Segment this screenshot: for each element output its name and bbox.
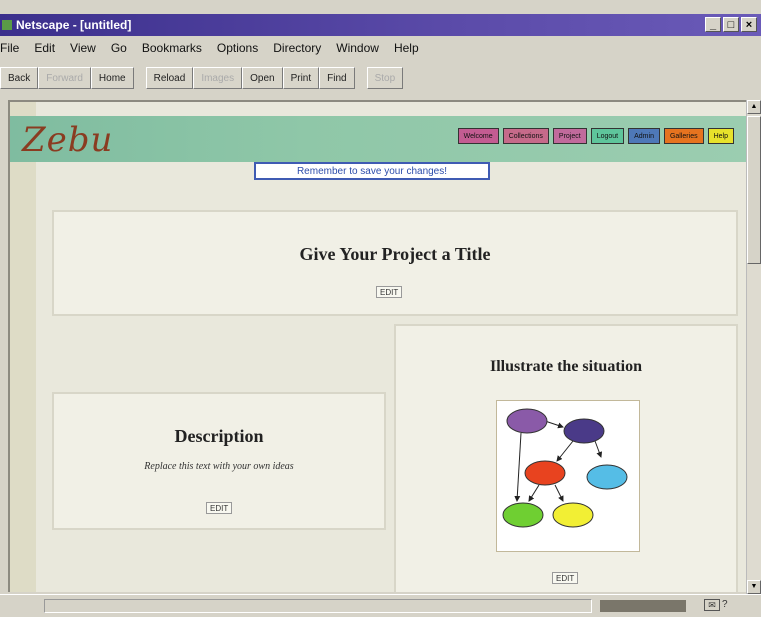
diagram-node-green <box>502 502 544 528</box>
illustrate-panel: Illustrate the situation EDIT <box>394 324 738 592</box>
menu-view[interactable]: View <box>70 41 96 55</box>
stop-button[interactable]: Stop <box>366 67 404 89</box>
status-message <box>44 599 592 613</box>
scroll-down-arrow-icon[interactable]: ▼ <box>747 580 761 594</box>
diagram-node-dark-purple <box>563 418 605 444</box>
menu-window[interactable]: Window <box>336 41 379 55</box>
menu-directory[interactable]: Directory <box>273 41 321 55</box>
save-reminder: Remember to save your changes! <box>254 162 490 180</box>
toolbar: Back Forward Home Reload Images Open Pri… <box>0 64 761 92</box>
page-content: Zebu Welcome Collections Project Logout Admi… <box>8 100 748 592</box>
progress-indicator <box>600 600 686 612</box>
menu-help[interactable]: Help <box>394 41 419 55</box>
diagram-node-purple <box>506 408 548 434</box>
zebu-logo: Zebu <box>22 120 114 160</box>
images-button[interactable]: Images <box>193 67 243 89</box>
diagram-arrow <box>594 440 603 458</box>
nav-button-admin[interactable]: Admin <box>628 128 660 144</box>
window-title: Netscape - [untitled] <box>16 18 132 32</box>
open-button[interactable]: Open <box>242 67 283 89</box>
status-bar: ✉ ? <box>0 594 761 617</box>
menu-edit[interactable]: Edit <box>34 41 55 55</box>
situation-diagram[interactable] <box>496 400 640 552</box>
nav-button-galleries[interactable]: Galleries <box>663 128 704 144</box>
description-panel: Description Replace this text with your … <box>52 392 386 530</box>
title-panel: Give Your Project a Title EDIT <box>52 210 738 316</box>
menu-options[interactable]: Options <box>217 41 258 55</box>
illustrate-edit-button[interactable]: EDIT <box>552 572 579 584</box>
diagram-node-red <box>524 460 566 486</box>
print-button[interactable]: Print <box>282 67 320 89</box>
description-edit-button[interactable]: EDIT <box>206 502 233 514</box>
illustrate-heading: Illustrate the situation <box>490 358 642 375</box>
nav-button-logout[interactable]: Logout <box>590 128 625 144</box>
description-heading: Description <box>174 426 264 446</box>
left-margin-strip <box>10 102 36 592</box>
diagram-arrow <box>514 432 522 502</box>
netscape-app-icon <box>2 20 12 30</box>
nav-button-project[interactable]: Project <box>552 128 587 144</box>
status-count: ? <box>722 599 728 610</box>
title-heading: Give Your Project a Title <box>299 244 491 264</box>
vertical-scrollbar[interactable]: ▲ ▼ <box>746 100 761 594</box>
diagram-arrow <box>528 484 540 502</box>
back-button[interactable]: Back <box>0 67 39 89</box>
nav-buttons: Welcome Collections Project Logout Admin Gall… <box>457 128 734 144</box>
reload-button[interactable]: Reload <box>145 67 194 89</box>
minimize-button[interactable]: _ <box>705 17 721 32</box>
zebu-header: Zebu Welcome Collections Project Logout Admi… <box>10 116 748 162</box>
diagram-node-yellow <box>552 502 594 528</box>
diagram-arrow <box>544 420 564 429</box>
diagram-arrow <box>554 484 564 502</box>
menu-bar: File Edit View Go Bookmarks Options Dire… <box>0 38 761 58</box>
close-button[interactable]: × <box>741 17 757 32</box>
title-edit-button[interactable]: EDIT <box>376 286 403 298</box>
menu-bookmarks[interactable]: Bookmarks <box>142 41 202 55</box>
menu-go[interactable]: Go <box>111 41 127 55</box>
mail-icon[interactable]: ✉ <box>704 599 720 611</box>
maximize-button[interactable]: □ <box>723 17 739 32</box>
nav-button-help[interactable]: Help <box>707 128 734 144</box>
nav-button-collections[interactable]: Collections <box>502 128 549 144</box>
scroll-up-arrow-icon[interactable]: ▲ <box>747 100 761 114</box>
menu-file[interactable]: File <box>0 41 19 55</box>
diagram-arrow <box>556 440 574 462</box>
description-text[interactable]: Replace this text with your own ideas <box>54 461 384 472</box>
title-bar: Netscape - [untitled] _ □ × <box>0 14 761 36</box>
forward-button[interactable]: Forward <box>38 67 91 89</box>
home-button[interactable]: Home <box>90 67 134 89</box>
scroll-thumb[interactable] <box>747 116 761 264</box>
diagram-node-blue <box>586 464 628 490</box>
netscape-window: Netscape - [untitled] _ □ × File Edit Vi… <box>0 0 761 617</box>
nav-button-welcome[interactable]: Welcome <box>457 128 499 144</box>
find-button[interactable]: Find <box>319 67 355 89</box>
